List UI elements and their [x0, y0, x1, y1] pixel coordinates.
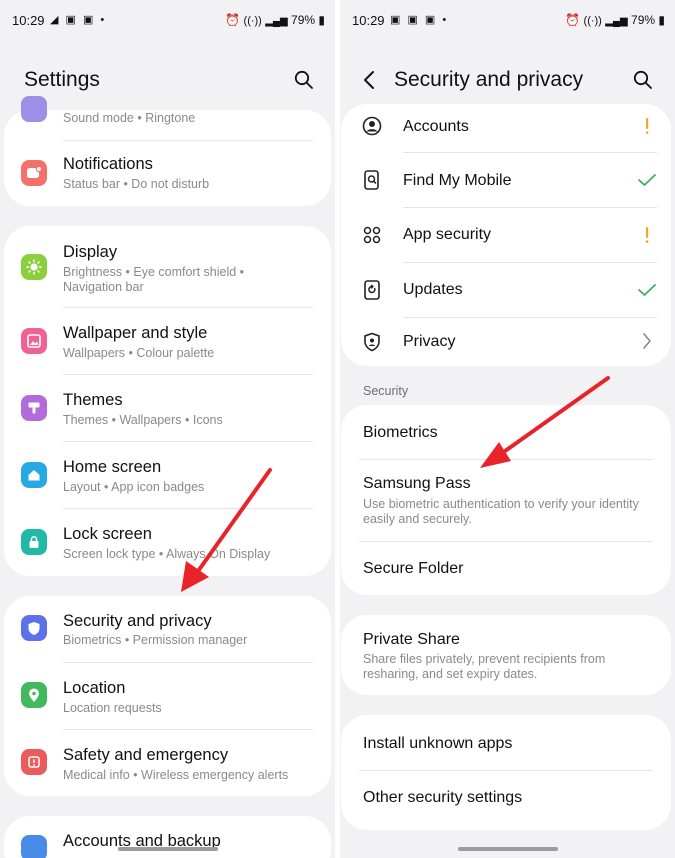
annotation-arrow — [480, 376, 610, 468]
security-privacy-screen: 10:29 ▣ ▣ ▣ • ⏰ ((·)) ▂▄▆ 79% ▮ Security… — [340, 0, 675, 858]
settings-screen: 10:29 ◢ ▣ ▣ • ⏰ ((·)) ▂▄▆ 79% ▮ Settings… — [0, 0, 335, 858]
annotation-arrow — [181, 468, 272, 592]
